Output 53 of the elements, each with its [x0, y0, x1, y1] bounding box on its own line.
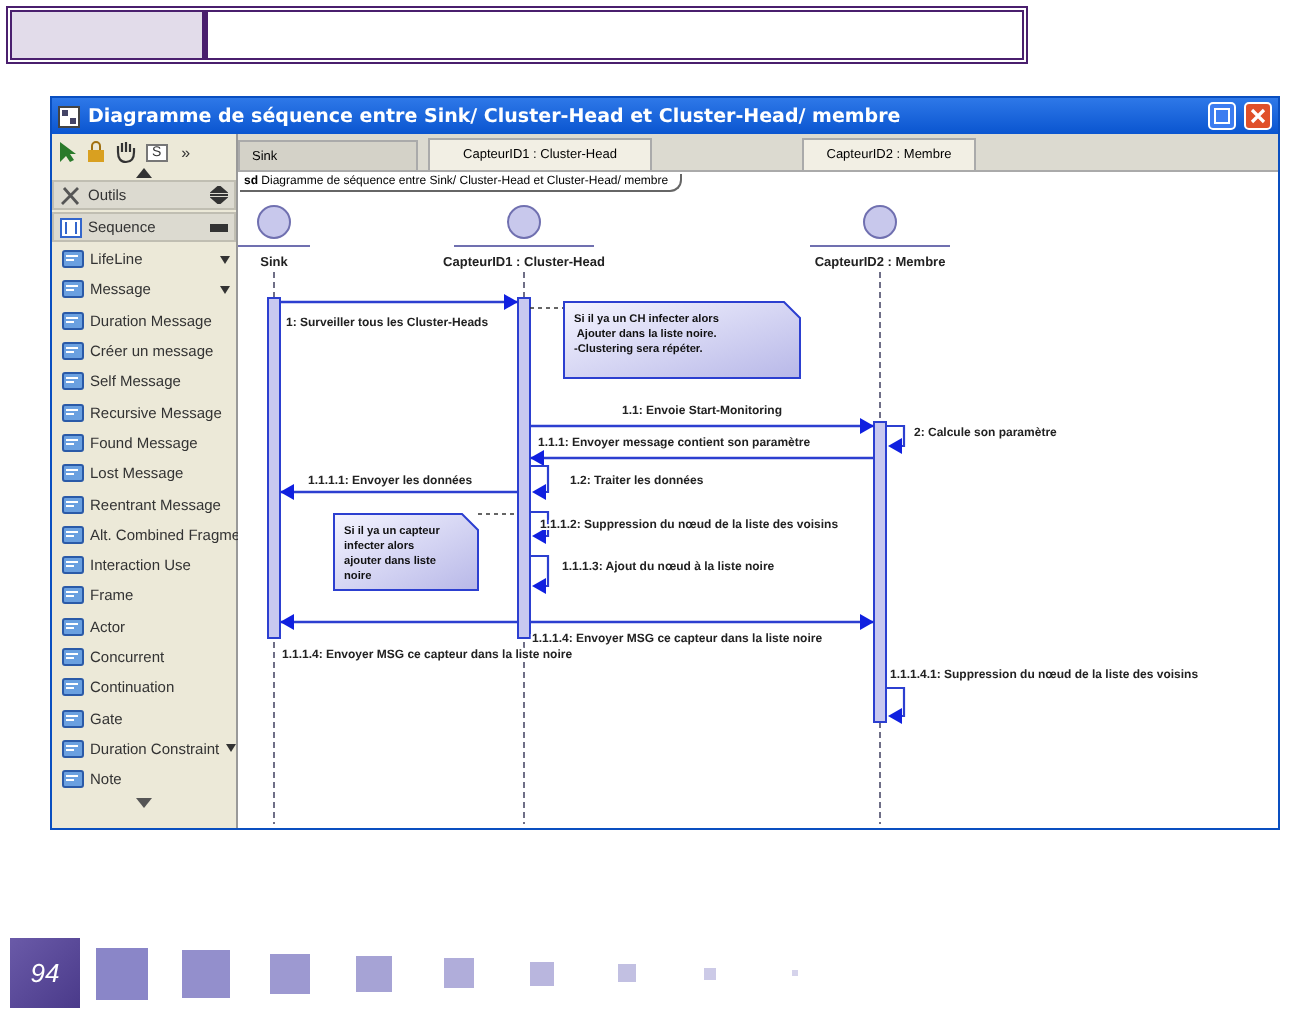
decorative-square [791, 970, 797, 976]
diagram-tool-icon [62, 462, 84, 485]
maximize-button[interactable] [1208, 102, 1236, 130]
scroll-down-icon[interactable] [136, 797, 152, 808]
close-button[interactable] [1244, 102, 1272, 130]
lifeline-head-icon[interactable] [453, 205, 595, 247]
diagram-tool-icon [62, 248, 84, 271]
diagram-tool-icon [62, 278, 84, 301]
diagram-tool-icon [62, 370, 84, 393]
self-message-arrow [886, 424, 906, 454]
decorative-square [270, 953, 310, 993]
decorative-square [182, 949, 230, 997]
dropdown-caret-icon[interactable] [220, 285, 230, 294]
diagram-tool-icon [62, 676, 84, 699]
lock-icon[interactable] [86, 140, 106, 164]
decorative-square [356, 955, 392, 991]
page-number: 94 [10, 938, 80, 1008]
diagram-tool-icon [62, 646, 84, 668]
decorative-square [704, 967, 716, 979]
diagram-tool-icon [62, 401, 84, 424]
decorative-square [96, 947, 148, 999]
pointer-icon[interactable] [58, 140, 78, 164]
diagram-tool-icon [62, 615, 84, 638]
note-connector [477, 513, 519, 515]
collapse-icon[interactable] [210, 221, 228, 233]
decorative-square [617, 964, 635, 982]
diagram-tool-icon [62, 584, 84, 607]
diagram-tool-icon [62, 737, 84, 760]
diagram-tool-icon [62, 768, 84, 791]
diagram-tool-icon [62, 493, 84, 516]
diagram-tool-icon [62, 431, 84, 454]
self-message-arrow [530, 464, 550, 500]
app-icon [58, 105, 80, 127]
decorative-square [530, 961, 554, 985]
lifeline-head-icon[interactable] [809, 205, 951, 247]
expand-icon[interactable] [210, 186, 228, 204]
decorative-square [443, 958, 473, 988]
window-title: Diagramme de séquence entre Sink/ Cluster-Head et Cluster-Head/ membre [88, 105, 903, 127]
lifeline-head-icon[interactable] [238, 205, 311, 247]
dropdown-caret-icon[interactable] [225, 744, 236, 753]
sequence-diagram-icon [60, 217, 82, 237]
diagram-tool-icon [62, 707, 84, 730]
self-message-arrow [886, 686, 906, 724]
diagram-tool-icon [62, 340, 84, 363]
more-button[interactable]: » [181, 143, 191, 161]
diagram-tool-icon [62, 554, 84, 577]
note-connector [529, 307, 565, 309]
diagram-tool-icon [62, 523, 84, 546]
tools-icon [60, 185, 82, 205]
hand-icon[interactable] [114, 140, 138, 164]
dropdown-caret-icon[interactable] [220, 255, 230, 264]
self-message-arrow [530, 554, 550, 594]
diagram-tool-icon [62, 309, 84, 332]
